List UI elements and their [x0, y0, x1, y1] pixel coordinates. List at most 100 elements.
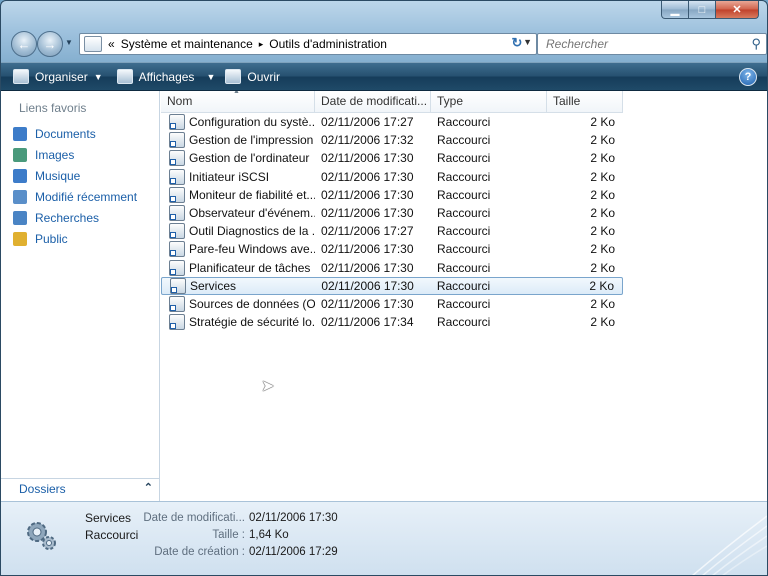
breadcrumb-overflow[interactable]: « [108, 37, 115, 51]
table-row[interactable]: Gestion de l'impression 02/11/2006 17:32 R… [161, 131, 631, 149]
table-row[interactable]: Outil Diagnostics de la ... 02/11/2006 17… [161, 222, 631, 240]
breadcrumb-admin-tools[interactable]: Outils d'administration [269, 37, 387, 51]
file-size: 2 Ko [590, 315, 615, 330]
maximize-button[interactable]: □ [689, 1, 716, 19]
folder-icon [13, 168, 27, 183]
file-size: 2 Ko [590, 224, 615, 239]
file-size: 2 Ko [590, 206, 615, 221]
shortcut-icon [169, 114, 185, 131]
file-size: 2 Ko [590, 260, 615, 275]
search-icon[interactable]: ⚲ [751, 36, 761, 52]
file-size: 2 Ko [589, 278, 615, 293]
table-row[interactable]: Observateur d'événem... 02/11/2006 17:30 R… [161, 204, 631, 222]
favorite-link-0[interactable]: Documents [13, 123, 137, 144]
file-name-cell: Services [162, 277, 315, 294]
file-type: Raccourci [437, 206, 491, 221]
folder-icon [13, 210, 27, 225]
chevron-up-icon[interactable]: ⌃ [144, 481, 153, 494]
file-name-cell: Stratégie de sécurité lo... [161, 314, 315, 331]
arrow-left-icon: ← [17, 36, 31, 52]
favorite-link-label: Musique [35, 168, 81, 183]
file-type: Raccourci [437, 151, 491, 166]
file-date: 02/11/2006 17:27 [321, 115, 414, 130]
file-size: 2 Ko [590, 169, 615, 184]
file-name-cell: Gestion de l'impression [161, 132, 315, 149]
favorite-link-4[interactable]: Recherches [13, 207, 137, 228]
file-type: Raccourci [436, 278, 491, 293]
shortcut-icon [169, 132, 185, 149]
table-row[interactable]: Configuration du systè... 02/11/2006 17:2… [161, 113, 631, 131]
control-panel-icon [84, 36, 102, 52]
file-list: ▲ Nom Date de modificati... Type Taille … [161, 91, 767, 501]
organize-icon [13, 69, 29, 84]
mouse-pointer-icon: ➤ [261, 378, 275, 395]
column-header-name[interactable]: ▲ Nom [161, 91, 315, 112]
sort-ascending-icon: ▲ [233, 91, 240, 95]
favorite-link-5[interactable]: Public [13, 228, 137, 249]
favorite-link-label: Images [35, 147, 75, 162]
column-header-size[interactable]: Taille [547, 91, 623, 112]
organize-label: Organiser [35, 69, 88, 84]
shortcut-icon [169, 223, 185, 240]
close-icon: ✕ [732, 4, 742, 16]
folder-icon [13, 126, 27, 141]
table-row[interactable]: Initiateur iSCSI 02/11/2006 17:30 Raccourc… [161, 168, 631, 186]
organize-button[interactable]: Organiser ▼ [13, 69, 103, 84]
chevron-down-icon: ▼ [206, 71, 216, 82]
file-name-cell: Planificateur de tâches [161, 259, 315, 276]
file-size: 2 Ko [590, 187, 615, 202]
column-headers: ▲ Nom Date de modificati... Type Taille [161, 91, 623, 113]
details-file-type: Raccourci [85, 528, 139, 542]
file-name: Moniteur de fiabilité et... [189, 187, 315, 202]
file-type: Raccourci [437, 242, 491, 257]
open-button[interactable]: Ouvrir [225, 69, 280, 84]
table-row[interactable]: Gestion de l'ordinateur 02/11/2006 17:30 R… [161, 149, 631, 167]
forward-button[interactable]: → [37, 31, 63, 57]
table-row[interactable]: Pare-feu Windows ave... 02/11/2006 17:30 R… [161, 240, 631, 258]
shortcut-icon [169, 168, 185, 185]
file-date: 02/11/2006 17:30 [321, 278, 414, 293]
file-date: 02/11/2006 17:30 [321, 151, 414, 166]
file-name-cell: Moniteur de fiabilité et... [161, 186, 315, 203]
recent-pages-dropdown[interactable]: ▼ [65, 38, 73, 47]
favorite-link-label: Modifié récemment [35, 189, 138, 204]
views-icon [116, 69, 133, 84]
minimize-button[interactable]: ▁ [661, 1, 689, 19]
refresh-button[interactable]: ↻ [507, 33, 527, 53]
close-button[interactable]: ✕ [716, 1, 759, 19]
file-date: 02/11/2006 17:30 [321, 206, 414, 221]
search-box[interactable]: ⚲ [537, 33, 767, 55]
file-date: 02/11/2006 17:34 [321, 315, 414, 330]
views-button[interactable]: Affichages ▼ [116, 69, 216, 84]
column-header-type[interactable]: Type [431, 91, 547, 112]
favorite-link-3[interactable]: Modifié récemment [13, 186, 137, 207]
breadcrumb-system-maintenance[interactable]: Système et maintenance [121, 37, 253, 51]
file-name: Gestion de l'impression [189, 133, 314, 148]
table-row[interactable]: Sources de données (O... 02/11/2006 17:30… [161, 295, 631, 313]
shortcut-icon [170, 277, 186, 294]
back-button[interactable]: ← [11, 31, 37, 57]
table-row[interactable]: Planificateur de tâches 02/11/2006 17:30 R… [161, 259, 631, 277]
file-date: 02/11/2006 17:30 [321, 169, 414, 184]
favorite-link-label: Public [35, 231, 68, 246]
file-name-cell: Pare-feu Windows ave... [161, 241, 315, 258]
file-size: 2 Ko [590, 115, 615, 130]
file-name: Outil Diagnostics de la ... [189, 224, 315, 239]
favorite-link-2[interactable]: Musique [13, 165, 137, 186]
favorite-links: Documents Images Musique Modifié récemment R… [13, 123, 137, 249]
file-type: Raccourci [437, 296, 491, 311]
table-row[interactable]: Moniteur de fiabilité et... 02/11/2006 17… [161, 186, 631, 204]
folders-bar[interactable]: Dossiers ⌃ [1, 478, 159, 501]
table-row[interactable]: Stratégie de sécurité lo... 02/11/2006 17… [161, 313, 631, 331]
breadcrumb-separator-icon[interactable]: ▸ [259, 39, 264, 50]
column-header-date[interactable]: Date de modificati... [315, 91, 431, 112]
breadcrumb: « Système et maintenance ▸ Outils d'admi… [108, 37, 387, 51]
address-bar[interactable]: « Système et maintenance ▸ Outils d'admi… [79, 33, 537, 55]
favorite-link-1[interactable]: Images [13, 144, 137, 165]
details-modified-value: 02/11/2006 17:30 [249, 512, 338, 524]
file-name: Services [190, 278, 237, 293]
file-name: Planificateur de tâches [189, 260, 311, 275]
help-button[interactable]: ? [739, 68, 757, 86]
search-input[interactable] [544, 36, 738, 52]
table-row[interactable]: Services 02/11/2006 17:30 Raccourci 2 Ko [161, 276, 623, 295]
